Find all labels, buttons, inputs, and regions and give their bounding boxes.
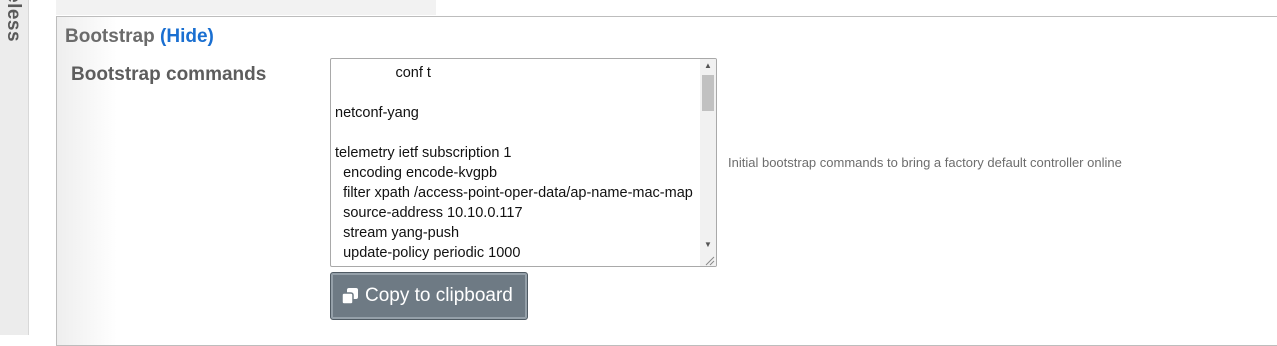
copy-icon [341,287,359,305]
bootstrap-panel: Bootstrap (Hide) Bootstrap commands conf… [56,16,1277,346]
scroll-up-arrow-icon[interactable]: ▲ [700,59,716,73]
section-header: Bootstrap (Hide) [65,26,214,48]
copy-button-label: Copy to clipboard [365,285,513,306]
left-sidebar-rail: eless [0,0,29,335]
bootstrap-commands-label: Bootstrap commands [71,64,267,85]
scroll-down-arrow-icon[interactable]: ▼ [700,238,716,252]
hide-toggle-link[interactable]: (Hide) [160,26,214,47]
left-gutter [29,0,55,335]
textarea-text: conf t netconf-yang telemetry ietf subsc… [335,65,693,261]
bootstrap-commands-textarea[interactable]: conf t netconf-yang telemetry ietf subsc… [330,58,717,267]
textarea-scrollbar[interactable]: ▲ ▼ [700,59,716,266]
copy-to-clipboard-button[interactable]: Copy to clipboard [330,272,528,320]
section-title: Bootstrap [65,26,155,47]
sidebar-rail-label: eless [3,0,24,43]
top-tab-strip [56,0,436,15]
scroll-thumb[interactable] [702,75,714,111]
resize-grip-icon[interactable] [703,253,715,266]
help-text: Initial bootstrap commands to bring a fa… [728,155,1122,170]
